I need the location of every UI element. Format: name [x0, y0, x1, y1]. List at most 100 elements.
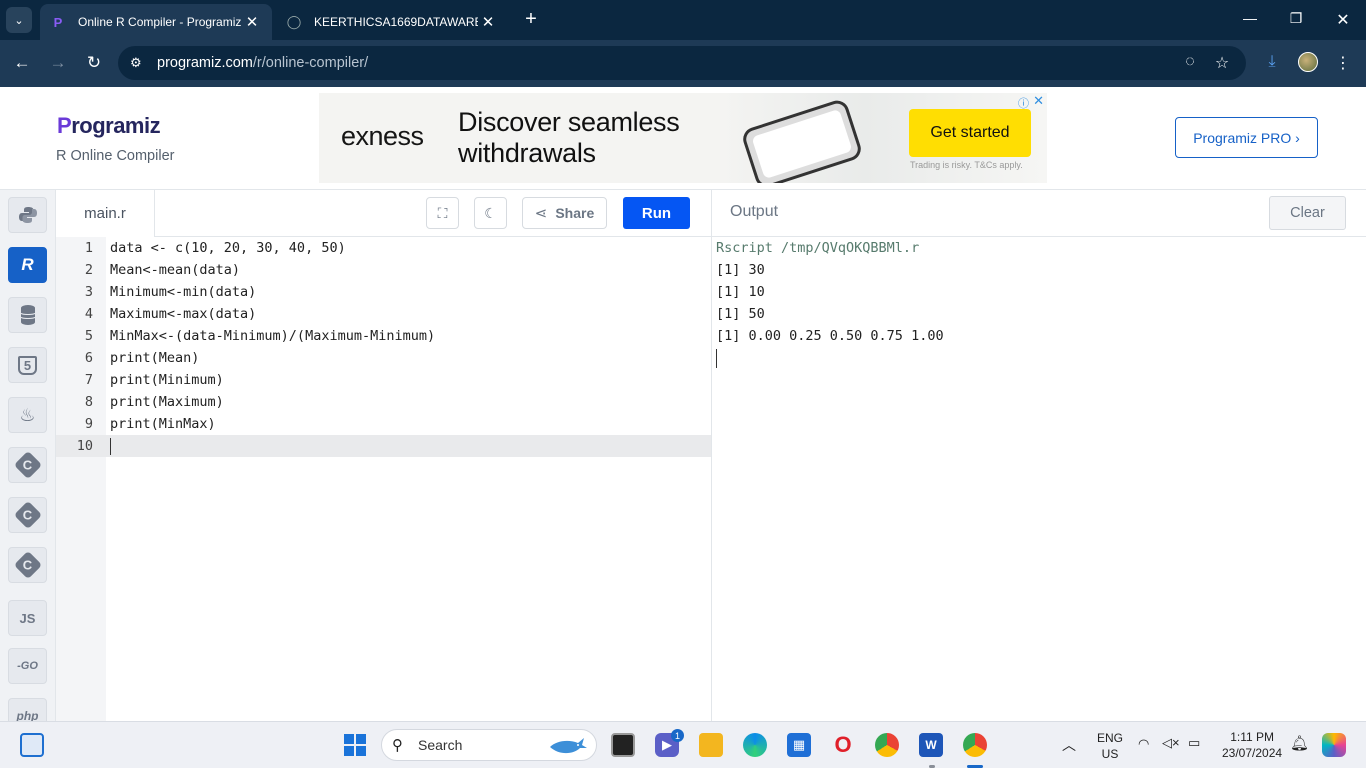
task-view-icon[interactable]	[611, 733, 635, 757]
forward-icon[interactable]: →	[48, 53, 68, 73]
lang-python-icon[interactable]	[8, 197, 47, 233]
share-icon: ⋖	[534, 205, 548, 222]
tab-title: KEERTHICSA1669DATAWAREHO	[314, 15, 478, 29]
line-number: 9	[84, 416, 93, 432]
address-bar[interactable]: ⚙ programiz.com/r/online-compiler/	[118, 46, 1246, 80]
notification-bell-icon[interactable]: 🔔︎	[1290, 734, 1309, 752]
lang-c-icon[interactable]: C	[8, 447, 47, 483]
file-tab-main[interactable]: main.r	[56, 190, 155, 237]
menu-icon[interactable]: ⋮	[1332, 53, 1354, 73]
edge-icon[interactable]	[743, 733, 767, 757]
widgets-icon[interactable]	[20, 733, 44, 757]
code-line[interactable]: 3 Minimum<-min(data)	[56, 281, 711, 303]
profile-avatar[interactable]	[1298, 52, 1318, 72]
lang-sql-icon[interactable]	[8, 297, 47, 333]
lang-js-icon[interactable]: JS	[8, 600, 47, 636]
close-window-icon[interactable]: ✕	[1331, 10, 1355, 30]
editor-caret	[110, 438, 111, 455]
code-line[interactable]: 8 print(Maximum)	[56, 391, 711, 413]
programiz-logo[interactable]: Programiz	[57, 113, 161, 139]
browser-toolbar: ← → ↻ ⚙ programiz.com/r/online-compiler/…	[0, 40, 1366, 87]
code-text: Minimum<-min(data)	[110, 284, 257, 300]
code-editor[interactable]: 1 data <- c(10, 20, 30, 40, 50) 2 Mean<-mea…	[56, 237, 711, 721]
clock[interactable]: 1:11 PM 23/07/2024	[1222, 729, 1282, 761]
reload-icon[interactable]: ↻	[84, 53, 104, 73]
ad-brand: exness	[341, 121, 424, 151]
code-text: print(MinMax)	[110, 416, 216, 432]
code-line[interactable]: 1 data <- c(10, 20, 30, 40, 50)	[56, 237, 711, 259]
line-number: 3	[84, 284, 93, 300]
copilot-icon[interactable]	[1322, 733, 1346, 757]
code-line[interactable]: 7 print(Minimum)	[56, 369, 711, 391]
ad-close-icon[interactable]: ✕	[1033, 93, 1044, 109]
tab-search-button[interactable]: ⌄	[6, 7, 32, 33]
eye-off-icon[interactable]: ◌	[1179, 53, 1201, 71]
advertisement-banner[interactable]: exness Discover seamless withdrawals Get…	[319, 93, 1047, 183]
browser-tab-active[interactable]: P Online R Compiler - Programiz ✕	[40, 4, 272, 40]
share-button[interactable]: ⋖ Share	[522, 197, 607, 229]
lang-php-icon[interactable]: php	[8, 698, 47, 721]
lang-html-icon[interactable]: 5	[8, 347, 47, 383]
close-tab-icon[interactable]: ✕	[478, 13, 498, 31]
back-icon[interactable]: ←	[12, 53, 32, 73]
lang-cpp-icon[interactable]: C	[8, 497, 47, 533]
programiz-pro-button[interactable]: Programiz PRO ›	[1175, 117, 1318, 158]
language-sidebar: R 5 ♨ C C C JS -GO php	[0, 190, 56, 721]
lang-go-icon[interactable]: -GO	[8, 648, 47, 684]
ad-cta-button[interactable]: Get started	[909, 109, 1031, 157]
file-explorer-icon[interactable]	[699, 733, 723, 757]
run-button[interactable]: Run	[623, 197, 690, 229]
dark-mode-icon[interactable]: ☾	[474, 197, 507, 229]
tray-overflow-icon[interactable]: ︿	[1062, 735, 1076, 755]
store-icon[interactable]: ▦	[787, 733, 811, 757]
code-line[interactable]: 2 Mean<-mean(data)	[56, 259, 711, 281]
close-tab-icon[interactable]: ✕	[242, 13, 262, 31]
output-header: Output Clear	[711, 190, 1366, 237]
volume-muted-icon[interactable]: ◁×	[1162, 735, 1180, 751]
code-line[interactable]: 6 print(Mean)	[56, 347, 711, 369]
windows-taskbar: ⚲ Search ▶ 1 ▦ O W ︿ ENG US ◠ ◁× ▭ 1:11 …	[0, 721, 1366, 768]
bookmark-star-icon[interactable]: ☆	[1211, 53, 1233, 73]
github-favicon-icon: ◯	[286, 14, 302, 29]
output-console[interactable]: Rscript /tmp/QVqOKQBBMl.r [1] 30 [1] 10 …	[711, 237, 1366, 721]
region-code: US	[1101, 747, 1119, 761]
line-number: 7	[84, 372, 93, 388]
line-number: 10	[76, 438, 93, 454]
code-text: data <- c(10, 20, 30, 40, 50)	[110, 240, 346, 256]
lang-csharp-icon[interactable]: C	[8, 547, 47, 583]
code-line[interactable]: 10	[56, 435, 711, 457]
output-line: [1] 10	[716, 284, 765, 300]
page-subtitle: R Online Compiler	[56, 148, 175, 164]
programiz-favicon-icon: P	[53, 14, 63, 30]
opera-icon[interactable]: O	[831, 732, 855, 757]
wifi-icon[interactable]: ◠	[1138, 736, 1149, 752]
code-line[interactable]: 4 Maximum<-max(data)	[56, 303, 711, 325]
chevron-down-icon: ⌄	[14, 14, 24, 27]
search-label: Search	[418, 737, 463, 753]
fullscreen-icon[interactable]: ⛶	[426, 197, 459, 229]
restore-icon[interactable]: ❐	[1284, 10, 1308, 27]
minimize-icon[interactable]: —	[1238, 10, 1262, 26]
site-info-icon[interactable]: ⚙	[130, 55, 152, 71]
taskbar-search[interactable]: ⚲ Search	[381, 729, 597, 761]
clear-button[interactable]: Clear	[1269, 196, 1346, 230]
site-header: Programiz R Online Compiler exness Disco…	[0, 87, 1366, 190]
lang-java-icon[interactable]: ♨	[8, 397, 47, 433]
new-tab-icon[interactable]: +	[520, 9, 542, 29]
output-caret	[716, 349, 717, 368]
browser-tab[interactable]: ◯ KEERTHICSA1669DATAWAREHO ✕	[276, 4, 508, 40]
line-number: 1	[84, 240, 93, 256]
browser-tab-bar: ⌄ P Online R Compiler - Programiz ✕ ◯ KE…	[0, 0, 1366, 40]
chrome-icon[interactable]	[875, 733, 899, 757]
word-icon[interactable]: W	[919, 733, 943, 757]
code-line[interactable]: 5 MinMax<-(data-Minimum)/(Maximum-Minimum…	[56, 325, 711, 347]
start-icon[interactable]	[343, 733, 367, 757]
chrome-active-icon[interactable]	[963, 733, 987, 757]
ad-info-icon[interactable]: ⓘ	[1018, 95, 1029, 111]
battery-icon[interactable]: ▭	[1188, 735, 1200, 751]
download-icon[interactable]: ⤓	[1261, 53, 1283, 71]
language-indicator[interactable]: ENG US	[1094, 730, 1126, 762]
code-line[interactable]: 9 print(MinMax)	[56, 413, 711, 435]
lang-r-icon[interactable]: R	[8, 247, 47, 283]
share-label: Share	[555, 205, 595, 221]
